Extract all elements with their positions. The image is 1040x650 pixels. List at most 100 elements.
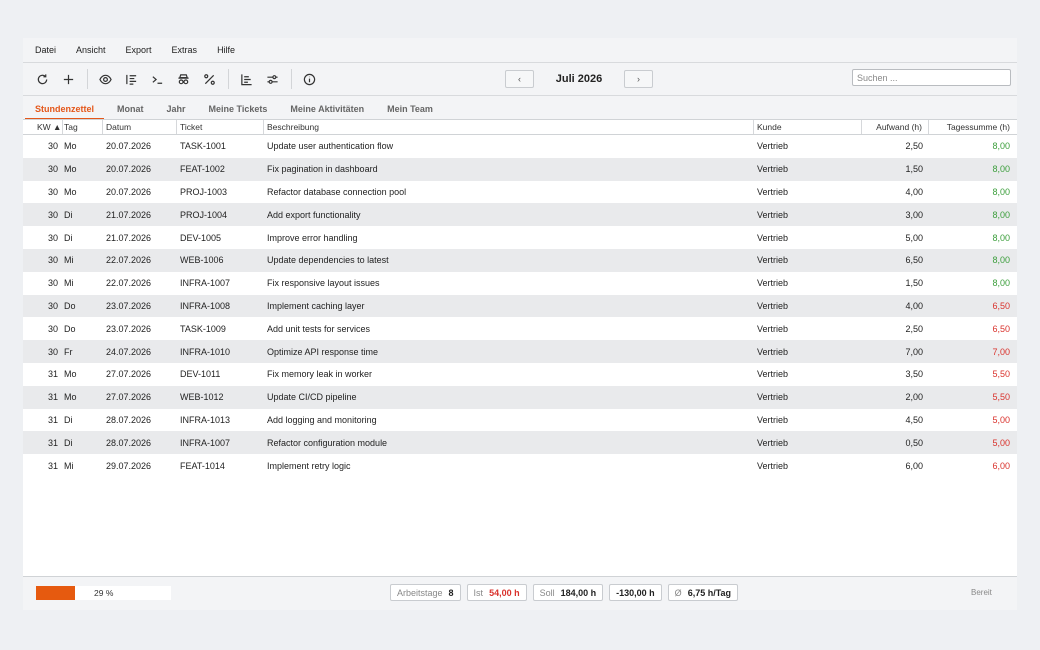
table-body: 30 Mo 20.07.2026 TASK-1001 Update user authe… (23, 135, 1017, 477)
column-header-beschreibung[interactable]: Beschreibung (264, 120, 754, 134)
cell-datum: 20.07.2026 (106, 164, 152, 175)
table-row[interactable]: 30 Do 23.07.2026 INFRA-1008 Implement cachin… (23, 294, 1017, 318)
cell-tag: Mo (64, 369, 77, 380)
cell-kunde: Vertrieb (757, 300, 789, 311)
arbeitstage-value: 8 (448, 587, 454, 598)
cell-aufwand: 4,00 (905, 186, 923, 197)
list-button[interactable] (120, 68, 142, 90)
cell-tag: Do (64, 323, 76, 334)
table-row[interactable]: 31 Mo 27.07.2026 WEB-1012 Update CI/CD pipel… (23, 385, 1017, 409)
column-header-datum[interactable]: Datum (103, 120, 177, 134)
cell-tag: Mi (64, 278, 74, 289)
cell-datum: 21.07.2026 (106, 209, 152, 220)
tab-monat[interactable]: Monat (107, 104, 154, 120)
table-row[interactable]: 30 Mi 22.07.2026 WEB-1006 Update dependencie… (23, 248, 1017, 272)
cell-kunde: Vertrieb (757, 209, 789, 220)
cell-beschreibung: Optimize API response time (267, 346, 379, 357)
cell-ticket: PROJ-1004 (180, 209, 228, 220)
cell-ticket: DEV-1005 (180, 232, 222, 243)
table-row[interactable]: 31 Mo 27.07.2026 DEV-1011 Fix memory leak in… (23, 363, 1017, 386)
menu-export[interactable]: Export (126, 45, 152, 55)
progress-label: 29 % (94, 588, 114, 598)
month-label: Juli 2026 (555, 73, 603, 85)
refresh-icon (37, 73, 47, 84)
app-window: Datei Ansicht Export Extras Hilfe ‹ Juli… (23, 38, 1017, 610)
cell-tag: Di (64, 437, 73, 448)
cell-aufwand: 6,50 (905, 255, 923, 266)
info-button[interactable] (298, 68, 320, 90)
column-header-tagessumme[interactable]: Tagessumme (h) (929, 120, 1017, 134)
cell-kw: 31 (47, 414, 58, 425)
column-header-kunde[interactable]: Kunde (754, 120, 862, 134)
table-row[interactable]: 30 Mo 20.07.2026 PROJ-1003 Refactor database… (23, 181, 1017, 204)
column-header-kw[interactable]: KW ▲ (23, 120, 63, 134)
previous-month-button[interactable]: ‹ (505, 70, 534, 88)
cell-datum: 20.07.2026 (106, 141, 152, 152)
search-input[interactable] (852, 69, 1011, 86)
cell-tagessumme: 6,00 (992, 460, 1010, 471)
table-row[interactable]: 30 Mi 22.07.2026 INFRA-1007 Fix responsive l… (23, 272, 1017, 295)
cell-datum: 22.07.2026 (106, 278, 152, 289)
table-row[interactable]: 30 Di 21.07.2026 PROJ-1004 Add export functi… (23, 203, 1017, 227)
cell-beschreibung: Add export functionality (267, 209, 361, 220)
sliders-icon (266, 74, 278, 84)
tab-meine-tickets[interactable]: Meine Tickets (199, 104, 278, 120)
column-header-aufwand[interactable]: Aufwand (h) (862, 120, 929, 134)
table-row[interactable]: 31 Di 28.07.2026 INFRA-1013 Add logging and … (23, 409, 1017, 432)
table-header: KW ▲ Tag Datum Ticket Beschreibung Kunde… (23, 120, 1017, 135)
tab-bar: Stundenzettel Monat Jahr Meine Tickets M… (23, 96, 1017, 120)
cell-ticket: DEV-1011 (180, 369, 221, 380)
terminal-button[interactable] (146, 68, 168, 90)
cell-beschreibung: Add unit tests for services (267, 323, 371, 334)
cell-tag: Mo (64, 186, 77, 197)
tab-meine-aktivitaeten[interactable]: Meine Aktivitäten (280, 104, 374, 120)
table-row[interactable]: 30 Di 21.07.2026 DEV-1005 Improve error hand… (23, 226, 1017, 249)
table-row[interactable]: 30 Fr 24.07.2026 INFRA-1010 Optimize API res… (23, 340, 1017, 363)
cell-tag: Mi (64, 460, 74, 471)
terminal-icon (151, 75, 162, 84)
menu-datei[interactable]: Datei (35, 45, 56, 55)
table-row[interactable]: 30 Do 23.07.2026 TASK-1009 Add unit tests fo… (23, 317, 1017, 340)
cell-kw: 30 (47, 346, 58, 357)
add-button[interactable] (57, 68, 79, 90)
view-button[interactable] (94, 68, 116, 90)
cell-beschreibung: Implement retry logic (267, 460, 351, 471)
cell-kw: 31 (47, 437, 58, 448)
cell-aufwand: 2,50 (905, 323, 923, 334)
percent-button[interactable] (198, 68, 220, 90)
table-row[interactable]: 31 Di 28.07.2026 INFRA-1007 Refactor configu… (23, 431, 1017, 455)
list-icon (125, 74, 136, 85)
cell-kunde: Vertrieb (757, 346, 789, 357)
tab-mein-team[interactable]: Mein Team (377, 104, 443, 120)
table-row[interactable]: 30 Mo 20.07.2026 FEAT-1002 Fix pagination in… (23, 157, 1017, 181)
timesheet-table: KW ▲ Tag Datum Ticket Beschreibung Kunde… (23, 119, 1017, 576)
table-row[interactable]: 30 Mo 20.07.2026 TASK-1001 Update user authe… (23, 135, 1017, 158)
tab-stundenzettel[interactable]: Stundenzettel (25, 104, 105, 120)
cell-kunde: Vertrieb (757, 232, 789, 243)
cell-aufwand: 3,50 (905, 369, 923, 380)
cell-ticket: INFRA-1008 (180, 300, 231, 311)
column-header-ticket[interactable]: Ticket (177, 120, 264, 134)
settings-button[interactable] (261, 68, 283, 90)
menu-hilfe[interactable]: Hilfe (217, 45, 235, 55)
cell-ticket: FEAT-1014 (180, 460, 225, 471)
difference-value: -130,00 h (616, 587, 655, 598)
cell-tagessumme: 5,00 (992, 437, 1010, 448)
eye-icon (98, 74, 112, 84)
cell-aufwand: 1,50 (905, 278, 923, 289)
chart-button[interactable] (235, 68, 257, 90)
table-row[interactable]: 31 Mi 29.07.2026 FEAT-1014 Implement retry l… (23, 454, 1017, 477)
incognito-button[interactable] (172, 68, 194, 90)
cell-beschreibung: Refactor database connection pool (267, 186, 407, 197)
next-month-button[interactable]: › (624, 70, 653, 88)
tab-jahr[interactable]: Jahr (157, 104, 196, 120)
menu-extras[interactable]: Extras (172, 45, 198, 55)
cell-beschreibung: Implement caching layer (267, 300, 365, 311)
refresh-button[interactable] (31, 68, 53, 90)
cell-kunde: Vertrieb (757, 278, 789, 289)
cell-datum: 24.07.2026 (106, 346, 152, 357)
cell-tag: Do (64, 300, 76, 311)
column-header-tag[interactable]: Tag (63, 120, 103, 134)
menu-ansicht[interactable]: Ansicht (76, 45, 106, 55)
cell-ticket: FEAT-1002 (180, 164, 225, 175)
